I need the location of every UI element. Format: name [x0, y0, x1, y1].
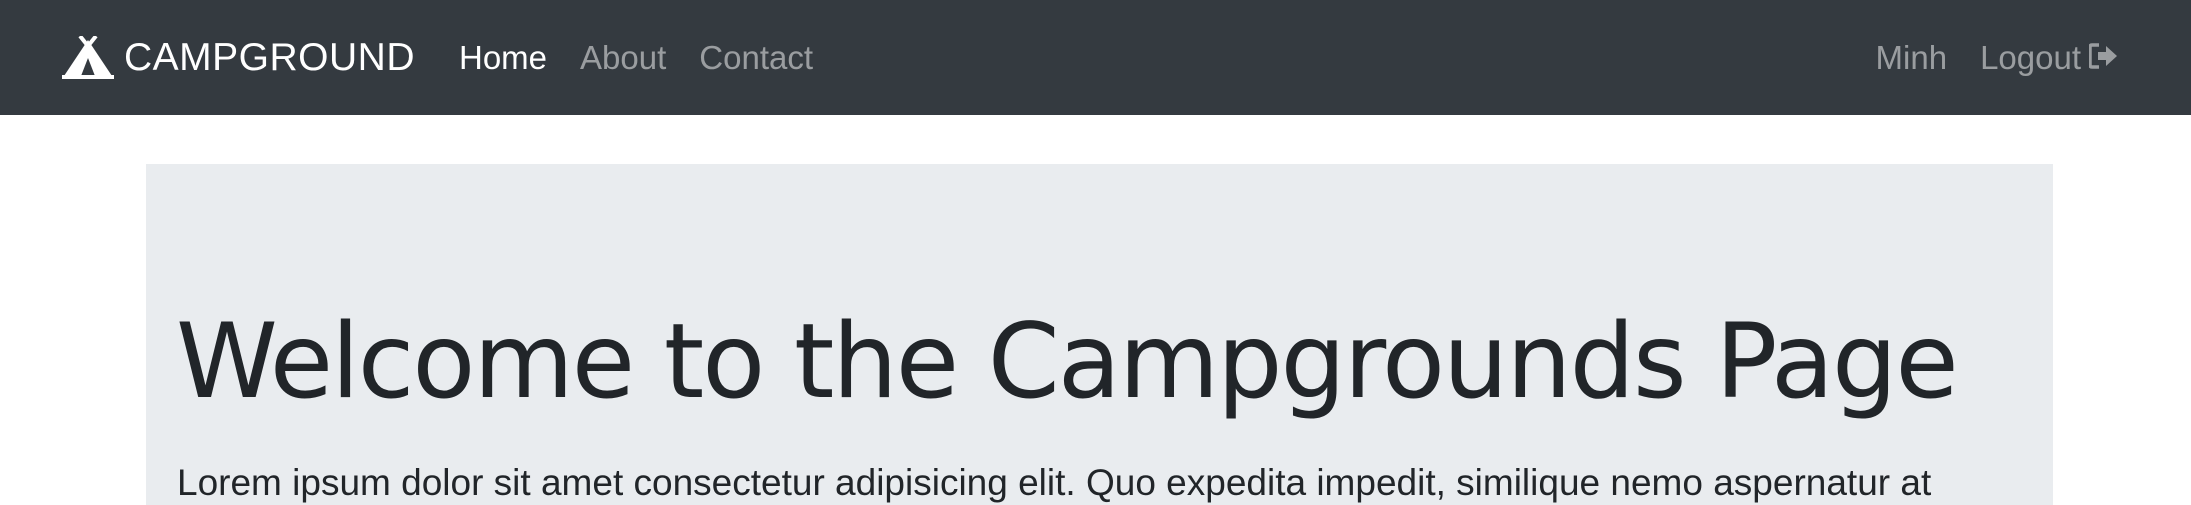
brand-link[interactable]: CAMPGROUND: [62, 0, 415, 115]
page-title: Welcome to the Campgrounds Page: [176, 302, 1959, 422]
nav-link-about[interactable]: About: [580, 39, 666, 77]
user-nav: Minh Logout: [1876, 0, 2119, 115]
nav-link-home[interactable]: Home: [459, 39, 547, 77]
lead-text: Lorem ipsum dolor sit amet consectetur a…: [177, 462, 1932, 503]
logout-label: Logout: [1980, 38, 2081, 76]
nav-link-contact[interactable]: Contact: [699, 39, 813, 77]
sign-out-icon: [2081, 39, 2119, 77]
tent-icon: [62, 35, 114, 80]
top-navbar: CAMPGROUND Home About Contact Minh Logou…: [0, 0, 2191, 115]
welcome-jumbotron: Welcome to the Campgrounds Page Lorem ip…: [146, 164, 2053, 505]
main-nav: Home About Contact: [459, 0, 846, 115]
user-name-link[interactable]: Minh: [1876, 39, 1948, 77]
brand-name: CAMPGROUND: [124, 35, 416, 79]
logout-link[interactable]: Logout: [1980, 39, 2119, 77]
